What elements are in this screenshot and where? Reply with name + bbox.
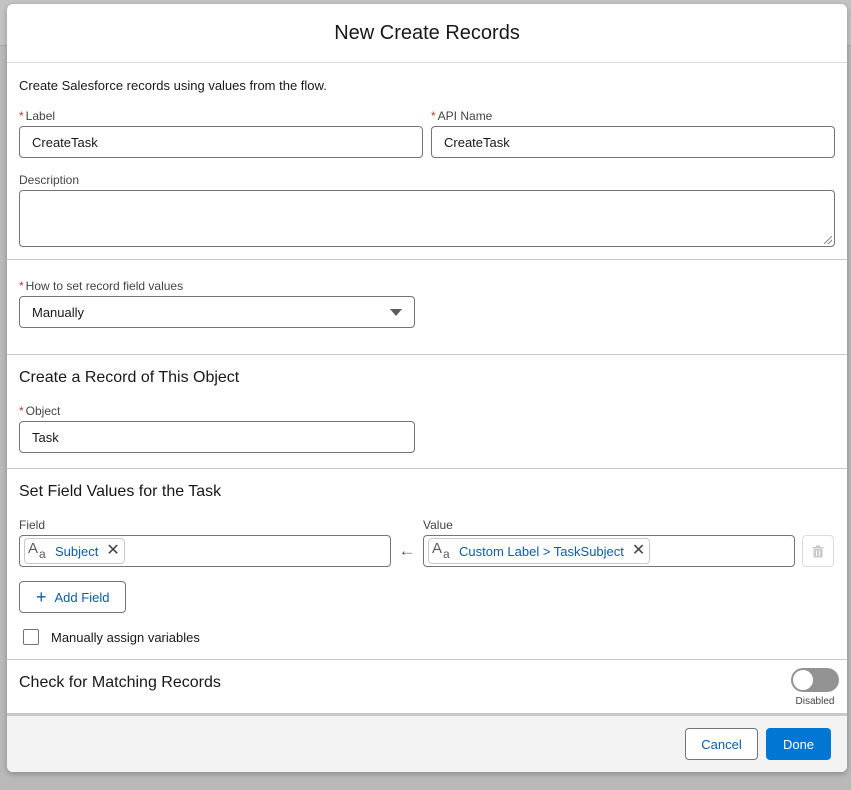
field-pill-label: Subject <box>55 543 99 559</box>
api-name-label: API Name <box>437 109 493 123</box>
required-marker: * <box>19 109 24 123</box>
remove-value-pill-close-icon[interactable]: ✕ <box>632 543 645 559</box>
table-row: Field Aa Subject ✕ ← Value Aa Custom Lab… <box>19 518 835 567</box>
done-button[interactable]: Done <box>766 728 831 760</box>
text-type-icon: Aa <box>432 540 450 561</box>
add-field-label: Add Field <box>54 589 110 605</box>
caret-down-icon <box>390 308 402 316</box>
api-name-input[interactable]: CreateTask <box>431 126 835 158</box>
remove-field-pill-close-icon[interactable]: ✕ <box>106 543 119 559</box>
manual-assign-checkbox-row[interactable]: Manually assign variables <box>23 629 835 645</box>
object-section: Create a Record of This Object * Object T… <box>7 355 847 469</box>
cancel-button[interactable]: Cancel <box>685 728 758 760</box>
field-values-section: Set Field Values for the Task Field Aa S… <box>7 469 847 660</box>
create-records-modal: New Create Records Create Salesforce rec… <box>7 4 847 772</box>
value-column-header: Value <box>423 518 453 532</box>
field-values-title: Set Field Values for the Task <box>19 483 222 500</box>
label-field-label: Label <box>25 109 56 123</box>
object-input[interactable]: Task <box>19 421 415 453</box>
modal-body: Create Salesforce records using values f… <box>7 63 847 714</box>
field-column-header: Field <box>19 518 46 532</box>
add-field-button[interactable]: + Add Field <box>19 581 127 613</box>
delete-row-button[interactable] <box>802 535 834 567</box>
field-combobox[interactable]: Aa Subject ✕ <box>19 535 391 567</box>
modal-header: New Create Records <box>7 4 847 63</box>
manual-assign-checkbox[interactable] <box>23 629 39 645</box>
matching-section: Check for Matching Records <box>7 660 847 714</box>
toggle-knob <box>793 670 813 690</box>
plus-icon: + <box>36 587 47 607</box>
label-input[interactable]: CreateTask <box>19 126 423 158</box>
modal-title: New Create Records <box>334 21 520 44</box>
arrow-left-icon: ← <box>398 541 416 560</box>
field-pill[interactable]: Aa Subject ✕ <box>24 538 125 564</box>
toggle-switch[interactable] <box>791 668 839 692</box>
intro-text: Create Salesforce records using values f… <box>19 78 327 93</box>
object-label: Object <box>25 404 61 418</box>
required-marker: * <box>19 279 24 293</box>
object-section-title: Create a Record of This Object <box>19 369 240 386</box>
how-to-set-value: Manually <box>32 304 85 320</box>
required-marker: * <box>19 404 24 418</box>
how-to-set-section: * How to set record field values Manually <box>7 260 847 355</box>
matching-title: Check for Matching Records <box>19 674 221 691</box>
description-field: Description <box>19 173 835 247</box>
how-to-set-select[interactable]: Manually <box>19 296 415 328</box>
required-marker: * <box>431 109 436 123</box>
resize-handle-icon[interactable] <box>824 236 832 244</box>
modal-footer: Cancel Done <box>7 714 847 772</box>
label-field: * Label CreateTask <box>19 109 423 158</box>
description-label: Description <box>19 173 80 187</box>
value-combobox[interactable]: Aa Custom Label > TaskSubject ✕ <box>423 535 795 567</box>
description-textarea[interactable] <box>19 190 835 247</box>
manual-assign-label: Manually assign variables <box>51 629 200 645</box>
matching-toggle[interactable]: Disabled <box>791 668 839 707</box>
value-pill-label: Custom Label > TaskSubject <box>459 543 624 559</box>
api-name-field: * API Name CreateTask <box>431 109 835 158</box>
intro-section: Create Salesforce records using values f… <box>7 63 847 260</box>
object-field: * Object Task <box>19 404 835 453</box>
how-to-set-label: How to set record field values <box>25 279 184 293</box>
toggle-state-label: Disabled <box>795 696 835 707</box>
trash-icon <box>812 545 824 557</box>
text-type-icon: Aa <box>28 540 46 561</box>
how-to-set-field: * How to set record field values Manually <box>19 279 835 328</box>
value-pill[interactable]: Aa Custom Label > TaskSubject ✕ <box>428 538 651 564</box>
